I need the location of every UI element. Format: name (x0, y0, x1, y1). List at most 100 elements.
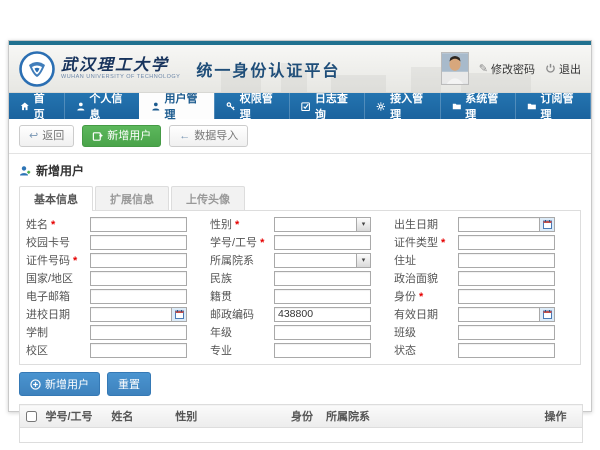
field-ethnicity: 民族 (210, 270, 390, 286)
submit-button-label: 新增用户 (45, 376, 89, 392)
nav-item-permission-management[interactable]: 权限管理 (214, 93, 289, 119)
postal-code-label: 邮政编码 (210, 306, 274, 322)
table-header-row: 学号/工号 姓名 性别 身份 所属院系 操作 (20, 405, 583, 428)
header: 武汉理工大学 WUHAN UNIVERSITY OF TECHNOLOGY 统一… (9, 45, 591, 93)
nav-item-system-management[interactable]: 系统管理 (440, 93, 515, 119)
power-icon (545, 63, 556, 74)
postal-code-input[interactable] (274, 307, 371, 322)
nav-label: 接入管理 (390, 90, 429, 122)
schooling-length-input[interactable] (90, 325, 187, 340)
status-label: 状态 (394, 342, 458, 358)
field-country: 国家/地区 (26, 270, 206, 286)
enroll-date-input[interactable] (90, 307, 171, 322)
id-number-input[interactable] (90, 253, 187, 268)
calendar-icon[interactable] (539, 307, 555, 322)
pencil-icon: ✎ (479, 62, 488, 75)
field-birth-date: 出生日期 (394, 216, 574, 232)
field-student-id: 学号/工号 (210, 234, 390, 250)
calendar-icon[interactable] (539, 217, 555, 232)
name-input[interactable] (90, 217, 187, 232)
app-window: 武汉理工大学 WUHAN UNIVERSITY OF TECHNOLOGY 统一… (8, 40, 592, 412)
main-nav: 首页 个人信息 用户管理 权限管理 日志查询 接入管理 系统管理 订阅管理 (9, 93, 591, 119)
tab-extended-info[interactable]: 扩展信息 (95, 186, 169, 210)
section-header: 新增用户 (9, 154, 591, 184)
new-user-form: 姓名 性别 ▾ 出生日期 校园卡号 学号/工号 证件类型 (26, 216, 574, 358)
col-student-id: 学号/工号 (41, 405, 107, 428)
nav-label: 权限管理 (240, 90, 279, 122)
field-address: 住址 (394, 252, 574, 268)
field-political-status: 政治面貌 (394, 270, 574, 286)
field-valid-date: 有效日期 (394, 306, 574, 322)
schooling-length-label: 学制 (26, 324, 90, 340)
data-import-button-label: 数据导入 (194, 129, 238, 143)
political-status-label: 政治面貌 (394, 270, 458, 286)
major-input[interactable] (274, 343, 371, 358)
logout-link[interactable]: 退出 (545, 61, 581, 77)
tab-basic-info[interactable]: 基本信息 (19, 186, 93, 211)
valid-date-input[interactable] (458, 307, 539, 322)
submit-add-user-button[interactable]: 新增用户 (19, 372, 100, 396)
political-status-input[interactable] (458, 271, 555, 286)
nav-item-user-management[interactable]: 用户管理 (139, 93, 214, 119)
student-id-label: 学号/工号 (210, 234, 274, 250)
enroll-date-label: 进校日期 (26, 306, 90, 322)
change-password-link[interactable]: ✎ 修改密码 (479, 61, 535, 77)
address-input[interactable] (458, 253, 555, 268)
col-gender: 性别 (171, 405, 287, 428)
nav-item-log-query[interactable]: 日志查询 (289, 93, 364, 119)
campus-label: 校区 (26, 342, 90, 358)
back-arrow-icon: ↩ (29, 129, 38, 143)
nav-filler (590, 93, 591, 119)
folder-icon (527, 101, 537, 112)
nav-item-access-management[interactable]: 接入管理 (364, 93, 439, 119)
department-select[interactable]: ▾ (274, 253, 371, 268)
field-id-number: 证件号码 (26, 252, 206, 268)
valid-date-label: 有效日期 (394, 306, 458, 322)
native-place-label: 籍贯 (210, 288, 274, 304)
nav-item-subscription-management[interactable]: 订阅管理 (515, 93, 590, 119)
calendar-icon[interactable] (171, 307, 187, 322)
birth-date-input[interactable] (458, 217, 539, 232)
nav-item-home[interactable]: 首页 (9, 93, 64, 119)
native-place-input[interactable] (274, 289, 371, 304)
gender-select[interactable]: ▾ (274, 217, 371, 232)
tab-upload-avatar[interactable]: 上传头像 (171, 186, 245, 210)
email-input[interactable] (90, 289, 187, 304)
university-name: 武汉理工大学 (61, 57, 180, 73)
status-input[interactable] (458, 343, 555, 358)
back-button[interactable]: ↩ 返回 (19, 125, 74, 147)
field-campus: 校区 (26, 342, 206, 358)
identity-input[interactable] (458, 289, 555, 304)
nav-item-personal-info[interactable]: 个人信息 (64, 93, 139, 119)
plus-circle-icon (30, 379, 41, 390)
department-label: 所属院系 (210, 252, 274, 268)
campus-input[interactable] (90, 343, 187, 358)
add-user-toolbar-button[interactable]: 新增用户 (82, 125, 161, 147)
add-user-button-label: 新增用户 (107, 129, 151, 143)
birth-date-label: 出生日期 (394, 216, 458, 232)
logout-label: 退出 (559, 61, 581, 77)
nav-label: 订阅管理 (540, 90, 579, 122)
person-icon (76, 101, 86, 112)
ethnicity-input[interactable] (274, 271, 371, 286)
key-icon (226, 101, 236, 112)
field-major: 专业 (210, 342, 390, 358)
student-id-input[interactable] (274, 235, 371, 250)
gender-label: 性别 (210, 216, 274, 232)
campus-card-input[interactable] (90, 235, 187, 250)
field-name: 姓名 (26, 216, 206, 232)
country-input[interactable] (90, 271, 187, 286)
nav-label: 个人信息 (89, 90, 128, 122)
data-import-button[interactable]: ← 数据导入 (169, 125, 248, 147)
select-all-checkbox[interactable] (26, 411, 37, 422)
university-logo-icon (19, 51, 55, 87)
col-actions: 操作 (541, 405, 583, 428)
address-label: 住址 (394, 252, 458, 268)
grade-input[interactable] (274, 325, 371, 340)
id-type-input[interactable] (458, 235, 555, 250)
nav-label: 日志查询 (315, 90, 354, 122)
col-identity: 身份 (287, 405, 322, 428)
reset-button[interactable]: 重置 (107, 372, 151, 396)
chevron-down-icon: ▾ (356, 217, 371, 232)
class-input[interactable] (458, 325, 555, 340)
